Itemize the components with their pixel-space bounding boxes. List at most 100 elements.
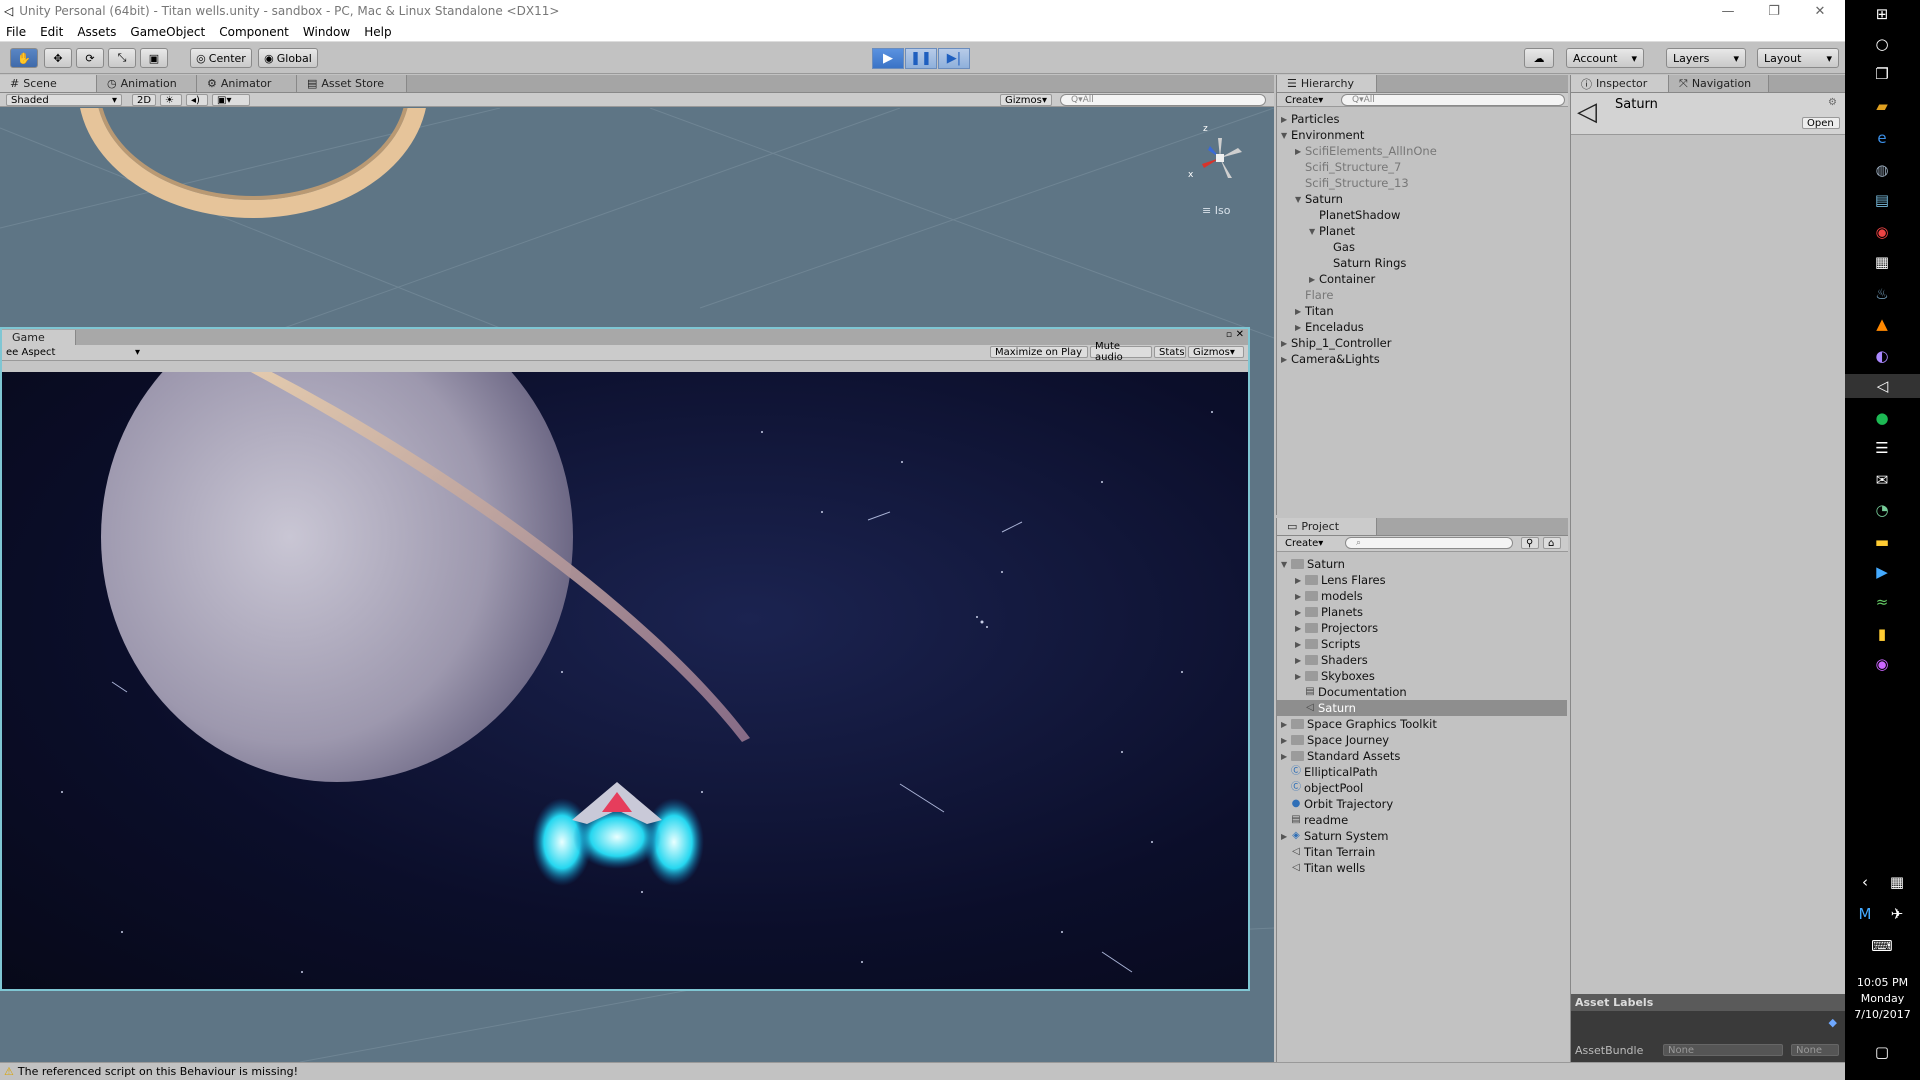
- project-item[interactable]: ◁ Saturn: [1277, 700, 1567, 716]
- move-tool-button[interactable]: ✥: [44, 48, 72, 68]
- filter-by-label-button[interactable]: ⌂: [1543, 537, 1561, 549]
- cloud-button[interactable]: ☁: [1524, 48, 1554, 68]
- sticky-notes-icon[interactable]: ▮: [1870, 622, 1894, 646]
- project-item[interactable]: ▶ Space Graphics Toolkit: [1277, 716, 1567, 732]
- keyboard-icon[interactable]: ⌨: [1870, 934, 1894, 958]
- hierarchy-item[interactable]: ▶ Enceladus: [1295, 319, 1364, 335]
- hierarchy-item[interactable]: ▼ Environment: [1281, 127, 1364, 143]
- hierarchy-item[interactable]: ▼ Planet: [1309, 223, 1355, 239]
- space-toggle[interactable]: ◉ Global: [258, 48, 318, 68]
- tab-navigation[interactable]: ⤧ Navigation: [1669, 75, 1769, 92]
- expand-arrow-icon[interactable]: ▶: [1295, 656, 1305, 665]
- tab-hierarchy[interactable]: ☰ Hierarchy: [1277, 75, 1377, 92]
- expand-arrow-icon[interactable]: ▶: [1281, 832, 1291, 841]
- scene-gizmos-dropdown[interactable]: Gizmos ▾: [1000, 94, 1052, 106]
- expand-arrow-icon[interactable]: ▶: [1281, 339, 1291, 348]
- rotate-tool-button[interactable]: ⟳: [76, 48, 104, 68]
- tab-game[interactable]: Game: [2, 330, 76, 345]
- hierarchy-item[interactable]: Gas: [1323, 239, 1355, 255]
- expand-arrow-icon[interactable]: ▶: [1295, 624, 1305, 633]
- account-dropdown[interactable]: Account ▾: [1566, 48, 1644, 68]
- edge-icon[interactable]: e: [1870, 126, 1894, 150]
- app-icon-2[interactable]: ◍: [1870, 158, 1894, 182]
- expand-arrow-icon[interactable]: ▶: [1281, 720, 1291, 729]
- app-icon-6[interactable]: ≈: [1870, 590, 1894, 614]
- hierarchy-item[interactable]: Scifi_Structure_13: [1295, 175, 1409, 191]
- scale-tool-button[interactable]: ⤡: [108, 48, 136, 68]
- project-item[interactable]: ◁ Titan Terrain: [1277, 844, 1567, 860]
- network-icon[interactable]: ✈: [1885, 902, 1909, 926]
- project-item[interactable]: ▶ Projectors: [1277, 620, 1567, 636]
- expand-arrow-icon[interactable]: ▶: [1295, 608, 1305, 617]
- project-item[interactable]: ⒸobjectPool: [1277, 780, 1567, 796]
- maximize-on-play-toggle[interactable]: Maximize on Play: [990, 346, 1088, 358]
- project-item[interactable]: ▶ Shaders: [1277, 652, 1567, 668]
- spotify-icon[interactable]: ●: [1870, 406, 1894, 430]
- mode-2d-toggle[interactable]: 2D: [132, 94, 156, 106]
- menu-help[interactable]: Help: [364, 25, 391, 39]
- hierarchy-item[interactable]: Flare: [1295, 287, 1333, 303]
- calculator-icon[interactable]: ▦: [1870, 250, 1894, 274]
- expand-arrow-icon[interactable]: ▼: [1295, 195, 1305, 204]
- close-button[interactable]: ✕: [1797, 0, 1843, 22]
- project-item[interactable]: ▶ Standard Assets: [1277, 748, 1567, 764]
- app-icon-7[interactable]: ◉: [1870, 652, 1894, 676]
- expand-arrow-icon[interactable]: ▶: [1295, 147, 1305, 156]
- chevron-left-icon[interactable]: ‹: [1853, 870, 1877, 894]
- project-item[interactable]: ▶ Planets: [1277, 604, 1567, 620]
- effects-dropdown[interactable]: ▣▾: [212, 94, 250, 106]
- file-explorer-icon[interactable]: ▬: [1870, 530, 1894, 554]
- hierarchy-item[interactable]: ▶ Particles: [1281, 111, 1339, 127]
- malwarebytes-icon[interactable]: M: [1853, 902, 1877, 926]
- pause-button[interactable]: ❚❚: [905, 48, 937, 69]
- close-panel-icon[interactable]: ✕: [1236, 329, 1244, 340]
- expand-arrow-icon[interactable]: ▶: [1295, 672, 1305, 681]
- task-view-icon[interactable]: ❐: [1870, 62, 1894, 86]
- maximize-panel-icon[interactable]: ▫: [1226, 330, 1232, 340]
- status-bar[interactable]: ⚠ The referenced script on this Behaviou…: [0, 1062, 1845, 1080]
- layout-dropdown[interactable]: Layout ▾: [1757, 48, 1839, 68]
- expand-arrow-icon[interactable]: ▶: [1295, 307, 1305, 316]
- hierarchy-item[interactable]: PlanetShadow: [1309, 207, 1400, 223]
- tray-app-icon[interactable]: ▦: [1885, 870, 1909, 894]
- restore-button[interactable]: ❐: [1751, 0, 1797, 22]
- tab-animation[interactable]: ◷ Animation: [97, 75, 197, 92]
- hierarchy-item[interactable]: ▼ Saturn: [1295, 191, 1343, 207]
- rect-tool-button[interactable]: ▣: [140, 48, 168, 68]
- hierarchy-item[interactable]: ▶ Camera&Lights: [1281, 351, 1380, 367]
- mail-icon[interactable]: ✉: [1870, 468, 1894, 492]
- clock[interactable]: 10:05 PM Monday 7/10/2017: [1845, 975, 1920, 1023]
- menu-gameobject[interactable]: GameObject: [130, 25, 205, 39]
- expand-arrow-icon[interactable]: ▶: [1281, 115, 1291, 124]
- hierarchy-item[interactable]: ▶ Container: [1309, 271, 1375, 287]
- hierarchy-item[interactable]: Saturn Rings: [1323, 255, 1406, 271]
- scene-search-input[interactable]: Q▾All: [1060, 94, 1266, 106]
- open-button[interactable]: Open: [1802, 117, 1840, 129]
- project-item[interactable]: ▤ Documentation: [1277, 684, 1567, 700]
- project-search-input[interactable]: ⌕: [1345, 537, 1513, 549]
- app-icon-1[interactable]: ▰: [1870, 94, 1894, 118]
- hand-tool-button[interactable]: ✋: [10, 48, 38, 68]
- tab-animator[interactable]: ⚙ Animator: [197, 75, 297, 92]
- expand-arrow-icon[interactable]: ▼: [1309, 227, 1319, 236]
- project-item[interactable]: ▤ readme: [1277, 812, 1567, 828]
- step-button[interactable]: ▶|: [938, 48, 970, 69]
- app-icon-4[interactable]: ◐: [1870, 344, 1894, 368]
- asset-bundle-dropdown[interactable]: None: [1663, 1044, 1783, 1056]
- project-item[interactable]: ▶ models: [1277, 588, 1567, 604]
- project-item[interactable]: ▶ Scripts: [1277, 636, 1567, 652]
- pivot-toggle[interactable]: ◎ Center: [190, 48, 252, 68]
- hierarchy-item[interactable]: ▶ Titan: [1295, 303, 1334, 319]
- filter-by-type-button[interactable]: ⚲: [1521, 537, 1539, 549]
- app-icon-3[interactable]: ▤: [1870, 188, 1894, 212]
- menu-window[interactable]: Window: [303, 25, 350, 39]
- expand-arrow-icon[interactable]: ▼: [1281, 131, 1291, 140]
- game-gizmos-dropdown[interactable]: Gizmos ▾: [1188, 346, 1244, 358]
- steam-icon[interactable]: ♨: [1870, 282, 1894, 306]
- iso-indicator[interactable]: ≡ Iso: [1202, 204, 1230, 217]
- shading-dropdown[interactable]: Shaded ▾: [6, 94, 122, 106]
- mute-audio-toggle[interactable]: Mute audio: [1090, 341, 1152, 363]
- menu-edit[interactable]: Edit: [40, 25, 63, 39]
- project-item[interactable]: ▶ Space Journey: [1277, 732, 1567, 748]
- hierarchy-search-input[interactable]: Q▾All: [1341, 94, 1565, 106]
